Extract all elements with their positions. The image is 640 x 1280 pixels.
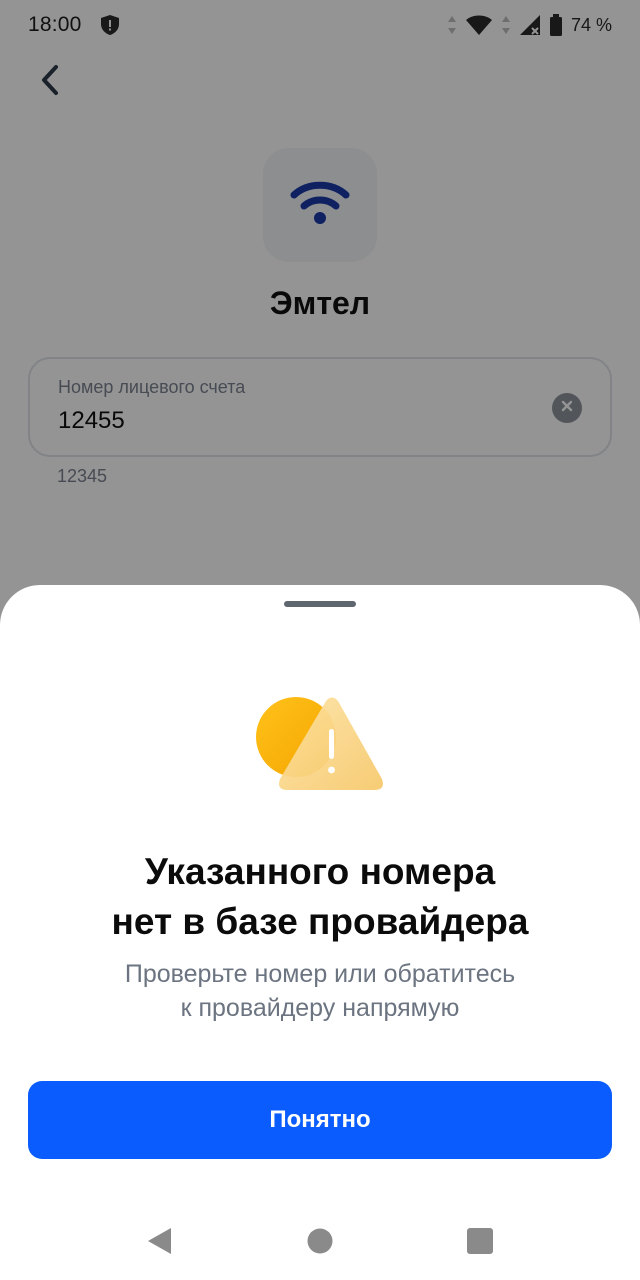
nav-recents-button[interactable]	[465, 1226, 495, 1256]
system-nav-bar	[0, 1200, 640, 1280]
sheet-grabber[interactable]	[284, 601, 356, 607]
error-bottom-sheet: Указанного номера нет в базе провайдера …	[0, 585, 640, 1280]
ok-button[interactable]: Понятно	[28, 1081, 612, 1159]
nav-back-button[interactable]	[145, 1226, 175, 1256]
warning-icon	[252, 695, 388, 805]
sheet-subtitle-line: к провайдеру напрямую	[180, 994, 460, 1022]
sheet-title: Указанного номера нет в базе провайдера	[0, 847, 640, 947]
sheet-title-line: нет в базе провайдера	[111, 901, 529, 942]
sheet-subtitle: Проверьте номер или обратитесь к провайд…	[0, 957, 640, 1025]
nav-home-button[interactable]	[305, 1226, 335, 1256]
sheet-title-line: Указанного номера	[144, 851, 496, 892]
sheet-subtitle-line: Проверьте номер или обратитесь	[124, 960, 516, 988]
